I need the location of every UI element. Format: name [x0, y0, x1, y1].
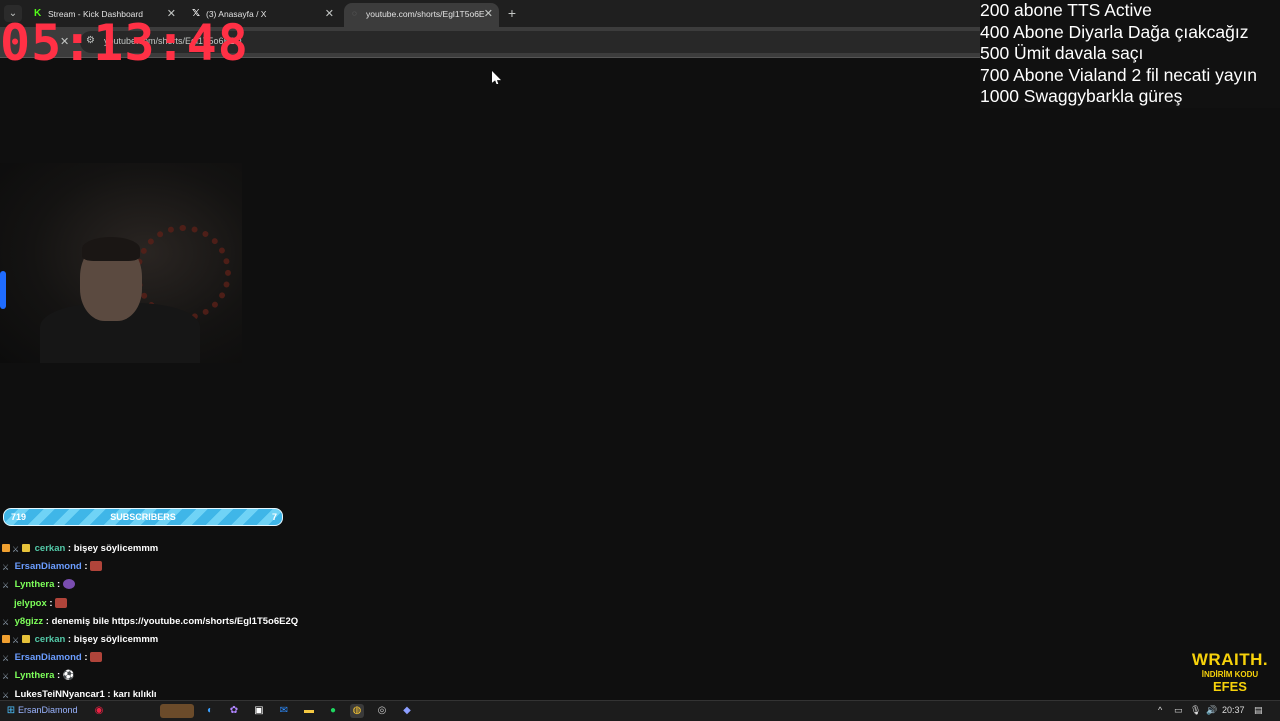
goal-item: 700 Abone Vialand 2 fil necati yayın: [980, 64, 1257, 85]
crown-badge-icon: [22, 544, 30, 552]
chat-username: cerkan: [34, 543, 66, 554]
chat-username: ErsanDiamond: [14, 561, 82, 573]
edge-icon[interactable]: ◐: [203, 704, 217, 718]
chat-text: bişey söylicemmm: [73, 633, 159, 645]
notification-icon[interactable]: ▤: [1254, 705, 1263, 716]
sword-badge-icon: ⚔: [2, 654, 10, 664]
outlook-icon[interactable]: ✉: [277, 704, 291, 718]
sponsor-logo: WRAITH. İNDİRİM KODU EFES: [1188, 650, 1272, 693]
new-tab-button[interactable]: +: [505, 4, 519, 22]
sword-badge-icon: ⚔: [12, 635, 20, 645]
chat-text: bişey söylicemmm: [73, 543, 159, 554]
explorer-icon[interactable]: ▬: [302, 704, 316, 718]
chat-username: jelypox: [14, 597, 47, 609]
sword-badge-icon: ⚔: [2, 672, 10, 682]
volume-icon[interactable]: 🔊: [1206, 705, 1217, 716]
loading-icon: ◌: [352, 9, 357, 18]
goal-item: 1000 Swaggybarkla güreş: [980, 86, 1183, 106]
search-highlight-icon[interactable]: [160, 704, 194, 718]
webcam-feed: [0, 163, 242, 363]
sword-badge-icon: ⚔: [2, 617, 10, 627]
chat-text: denemiş bile https://youtube.com/shorts/…: [51, 615, 299, 627]
chat-message: jelypox :: [2, 595, 402, 613]
chat-username: cerkan: [34, 633, 66, 645]
sword-badge-icon: ⚔: [2, 563, 10, 573]
goal-item: 200 abone TTS Active: [980, 0, 1152, 20]
chat-message: ⚔ ErsanDiamond :: [2, 649, 402, 667]
rgb-light: [0, 271, 6, 309]
subscriber-goals-list: 200 abone TTS Active 400 Abone Diyarla D…: [980, 0, 1280, 108]
emote-icon: [55, 597, 68, 608]
taskbar-clock[interactable]: 20:37: [1222, 705, 1245, 715]
tray-overflow-icon[interactable]: ^: [1158, 705, 1162, 715]
goal-item: 500 Ümit davala saçı: [980, 43, 1144, 63]
chat-username: y8gizz: [14, 615, 44, 627]
crown-badge-icon: [22, 634, 30, 643]
taskbar-search-text[interactable]: ErsanDiamond: [18, 705, 78, 715]
goal-item: 400 Abone Diyarla Dağa çıakcağız: [980, 21, 1249, 42]
subscriber-label: SUBSCRIBERS: [110, 512, 176, 522]
start-icon[interactable]: ⊞: [4, 704, 18, 718]
tab-label: youtube.com/shorts/Egl1T5o6E: [366, 9, 485, 19]
chat-message: ⚔ Lynthera : ⚽: [2, 670, 75, 682]
chat-username: Lynthera: [14, 579, 55, 591]
subscriber-progress-bar: 719 SUBSCRIBERS 7: [3, 508, 283, 526]
tab-youtube-shorts[interactable]: ◌ youtube.com/shorts/Egl1T5o6E ✕: [344, 3, 499, 27]
gift-badge-icon: [2, 634, 10, 643]
emote-icon: [62, 579, 75, 590]
chat-username: Lynthera: [14, 670, 55, 682]
network-icon[interactable]: ▭: [1174, 705, 1183, 716]
chat-username: LukesTeiNNyancar1: [14, 688, 105, 700]
soccer-ball-icon: ⚽: [62, 670, 75, 682]
chat-message: ⚔ ErsanDiamond :: [2, 558, 402, 576]
copilot-icon[interactable]: ✿: [227, 704, 241, 718]
chat-text: karı kılıklı: [113, 688, 157, 700]
microphone-icon[interactable]: 🎙: [1190, 705, 1201, 716]
streamer-hair: [82, 237, 140, 261]
chat-username: ErsanDiamond: [14, 652, 82, 664]
sword-badge-icon: ⚔: [2, 690, 10, 700]
sword-badge-icon: ⚔: [2, 581, 10, 591]
emote-icon: [90, 652, 103, 663]
chat-message: ⚔ cerkan : bişey söylicemmm: [2, 631, 402, 649]
chat-overlay: ⚔ cerkan : bişey söylicemmm ⚔ ErsanDiamo…: [2, 540, 402, 704]
subscriber-delta: 7: [271, 512, 277, 522]
brand-name: WRAITH.: [1191, 650, 1269, 669]
widget-icon[interactable]: ◉: [92, 704, 106, 718]
gift-badge-icon: [2, 544, 10, 552]
chat-message: ⚔ cerkan : bişey söylicemmm: [2, 540, 402, 558]
chat-message: ⚔ Lynthera :: [2, 576, 402, 594]
obs-icon[interactable]: ◎: [375, 704, 389, 718]
close-tab-icon[interactable]: ✕: [325, 3, 334, 25]
chat-message: ⚔ y8gizz : denemiş bile https://youtube.…: [2, 615, 299, 627]
store-icon[interactable]: ▣: [252, 704, 266, 718]
spotify-icon[interactable]: ●: [326, 704, 340, 718]
chrome-icon[interactable]: ◍: [350, 704, 364, 718]
close-tab-icon[interactable]: ✕: [484, 3, 493, 25]
brand-discount-code: EFES: [1213, 679, 1247, 694]
discord-icon[interactable]: ◆: [400, 704, 414, 718]
taskbar: ⊞ ErsanDiamond ◉ ◐ ✿ ▣ ✉ ▬ ● ◍ ◎ ◆ ^ ▭ 🎙…: [0, 700, 1280, 721]
emote-icon: [90, 561, 103, 572]
sword-badge-icon: ⚔: [12, 545, 20, 554]
mouse-cursor-icon: [492, 71, 501, 84]
stream-timer: 05:13:48: [0, 14, 249, 72]
